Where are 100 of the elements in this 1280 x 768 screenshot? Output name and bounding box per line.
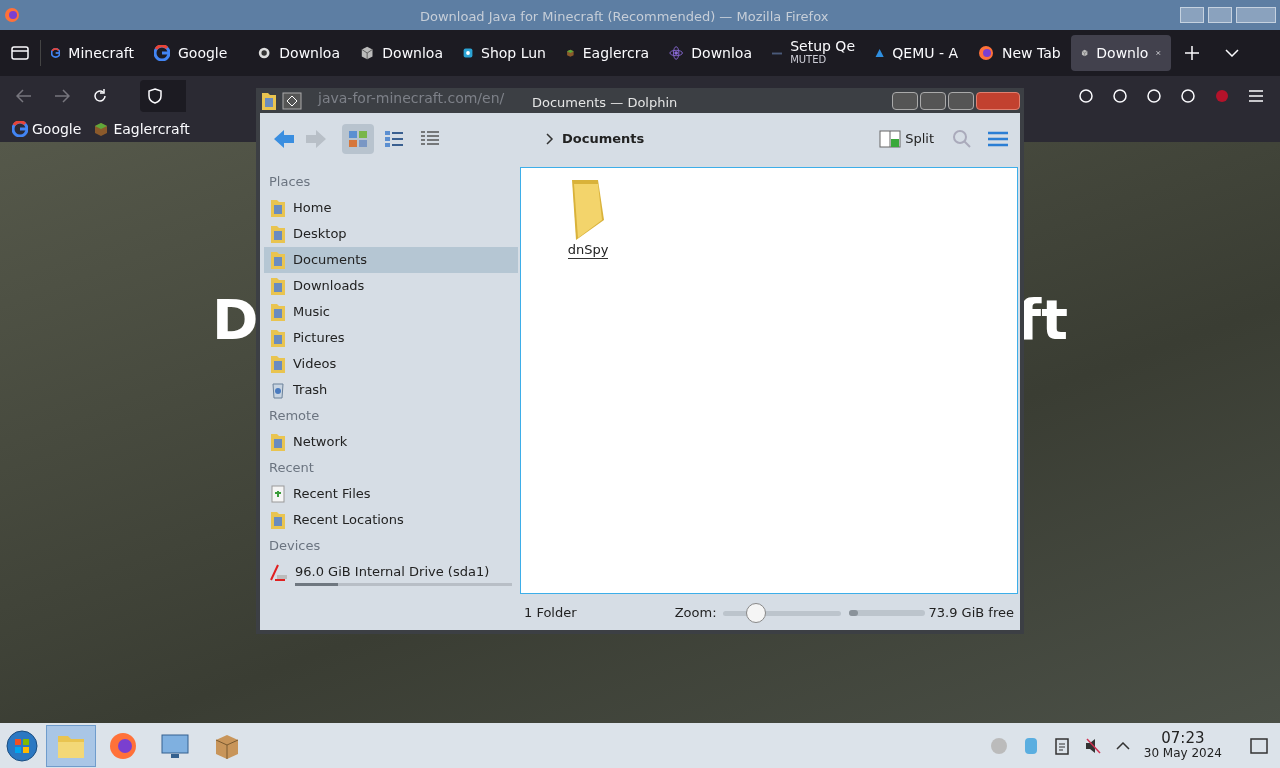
tab-title: Setup Qe — [790, 40, 855, 53]
folder-icon — [269, 224, 287, 244]
browser-tab[interactable]: Eaglercra — [556, 35, 659, 71]
close-icon[interactable] — [1156, 48, 1161, 58]
drive-icon — [269, 563, 289, 581]
close-button[interactable] — [976, 91, 1020, 110]
sidebar-item[interactable]: Recent Locations — [264, 507, 518, 533]
section-heading: Places — [268, 173, 312, 192]
forward-arrow-icon[interactable] — [54, 89, 70, 103]
clock-time: 07:23 — [1161, 730, 1205, 746]
google-icon — [154, 45, 170, 61]
start-orb-icon[interactable] — [5, 728, 39, 763]
sidebar-item[interactable]: Videos — [264, 351, 518, 377]
chevron-up-icon[interactable] — [1115, 741, 1130, 750]
tab-title: Eaglercra — [582, 43, 649, 63]
icon-grid-icon — [347, 129, 369, 149]
folder-icon — [269, 354, 287, 374]
menu-icon[interactable] — [1248, 88, 1264, 104]
clipboard-icon[interactable] — [1053, 736, 1070, 755]
folder-icon — [269, 276, 287, 296]
plus-icon[interactable] — [1185, 46, 1199, 60]
sidebar-item[interactable]: Network — [264, 429, 518, 455]
sidebar-item[interactable]: Desktop — [264, 221, 518, 247]
bookmark-link[interactable]: Google — [12, 118, 82, 140]
muted-speaker-icon[interactable] — [1083, 736, 1102, 755]
browser-tab[interactable]: QEMU - A — [865, 35, 968, 71]
maximize-button[interactable] — [948, 91, 974, 110]
compact-list-icon — [383, 129, 405, 149]
folder-icon — [269, 198, 287, 218]
help-button[interactable] — [892, 91, 918, 110]
chevron-right-icon[interactable] — [546, 133, 554, 145]
browser-tab[interactable]: Downlo — [1071, 35, 1171, 71]
sidebar-item[interactable]: 96.0 GiB Internal Drive (sda1) — [264, 559, 518, 585]
back-arrow-icon[interactable] — [272, 128, 296, 150]
tab-title: New Tab — [1002, 43, 1061, 63]
tab-title: Shop Lun — [481, 43, 546, 63]
section-heading: Remote — [268, 407, 321, 426]
browser-tab[interactable]: Downloa — [247, 35, 350, 71]
folder-icon — [269, 510, 287, 530]
bookmark-link[interactable]: Eaglercraft — [93, 118, 190, 140]
folder-item[interactable]: dnSpy — [553, 178, 623, 259]
folder-icon — [269, 432, 287, 452]
section-heading: Devices — [268, 537, 322, 556]
firefox-icon — [108, 730, 138, 761]
sidebar-item[interactable]: Recent Files — [264, 481, 518, 507]
window-title: Documents — Dolphin — [532, 94, 678, 112]
folder-icon — [269, 302, 287, 322]
google-icon — [51, 45, 61, 61]
tab-title: Downloa — [382, 43, 443, 63]
folder-icon — [269, 328, 287, 348]
browser-tab[interactable]: Shop Lun — [453, 35, 556, 71]
slider-thumb[interactable] — [745, 603, 766, 623]
firefox-icon — [4, 7, 20, 23]
browser-tab[interactable]: Setup Qe MUTED — [762, 35, 865, 71]
browser-tab[interactable]: Downloa — [659, 35, 762, 71]
muted-label: MUTED — [790, 54, 828, 66]
zoom-slider[interactable] — [722, 603, 841, 623]
browser-tab[interactable]: New Tab — [968, 35, 1071, 71]
tab-list-icon[interactable] — [11, 45, 29, 61]
tab-title: Minecraft — [68, 43, 134, 63]
cube-icon — [360, 45, 375, 61]
browser-tab[interactable]: Google — [144, 35, 247, 71]
reload-icon[interactable] — [92, 88, 108, 104]
minimize-button[interactable] — [920, 91, 946, 110]
show-desktop-icon[interactable] — [1250, 737, 1268, 754]
tab-title: Downloa — [691, 43, 752, 63]
back-arrow-icon[interactable] — [16, 89, 32, 103]
folder-icon — [269, 250, 287, 270]
address-bar[interactable] — [140, 80, 186, 112]
tab-title: Downloa — [279, 43, 340, 63]
sidebar-item[interactable]: Home — [264, 195, 518, 221]
clock-date: 30 May 2024 — [1143, 745, 1222, 761]
browser-tab[interactable]: Downloa — [350, 35, 453, 71]
globe-icon — [257, 45, 272, 61]
trash-icon — [269, 380, 287, 400]
tab-title: Downlo — [1096, 43, 1149, 63]
tab-title: QEMU - A — [892, 43, 958, 63]
dash-icon — [772, 51, 783, 55]
sidebar-item[interactable]: Trash — [264, 377, 518, 403]
url-text: java-for-minecraft.com/en/ — [318, 89, 505, 108]
firefox-icon — [978, 45, 994, 61]
grass-block-icon — [93, 121, 110, 137]
breadcrumb-item[interactable]: Documents — [562, 129, 645, 149]
document-icon — [269, 484, 287, 504]
section-heading: Recent — [268, 459, 315, 478]
browser-tab[interactable]: Minecraft — [41, 35, 144, 71]
sidebar-item[interactable]: Downloads — [264, 273, 518, 299]
sidebar-item[interactable]: Documents — [264, 247, 518, 273]
monitor-icon — [160, 731, 190, 760]
page-heading: D — [212, 292, 259, 348]
tab-title: Google — [178, 43, 228, 63]
split-view-icon — [879, 129, 902, 149]
split-button[interactable]: Split — [879, 129, 934, 149]
chevron-down-icon[interactable] — [1225, 49, 1239, 57]
google-icon — [12, 121, 28, 137]
status-text: 1 Folder — [524, 604, 577, 623]
folder-icon — [260, 90, 278, 111]
sidebar-item[interactable]: Music — [264, 299, 518, 325]
shield-icon — [148, 88, 162, 104]
sidebar-item[interactable]: Pictures — [264, 325, 518, 351]
